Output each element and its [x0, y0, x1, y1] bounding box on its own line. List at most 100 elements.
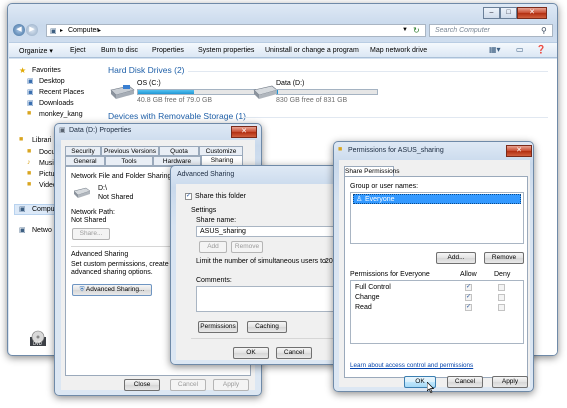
- permissions-remove-button[interactable]: Remove: [484, 252, 524, 264]
- nav-downloads[interactable]: Downloads: [39, 100, 74, 107]
- search-icon[interactable]: ⚲: [541, 26, 547, 35]
- recent-places-icon: ▣: [27, 89, 34, 96]
- preview-pane-icon[interactable]: ▭: [516, 45, 524, 54]
- tab-quota[interactable]: Quota: [159, 146, 199, 156]
- nav-favorites[interactable]: Favorites: [32, 67, 61, 74]
- libraries-icon: ■: [19, 136, 24, 143]
- tab-previous-versions[interactable]: Previous Versions: [101, 146, 159, 156]
- nav-computer[interactable]: Compu: [32, 206, 55, 213]
- share-folder-label[interactable]: Share this folder: [195, 193, 246, 200]
- map-network-drive-button[interactable]: Map network drive: [370, 47, 427, 54]
- permissions-button[interactable]: Permissions: [198, 321, 238, 333]
- system-properties-button[interactable]: System properties: [198, 47, 254, 54]
- users-icon: ♙: [356, 196, 363, 203]
- address-bar[interactable]: ▣ ▸ Computer ▸ ▼ ↻: [46, 24, 426, 37]
- back-button[interactable]: ◀: [13, 24, 25, 36]
- computer-icon: ▣: [50, 28, 57, 35]
- permissions-cancel-button[interactable]: Cancel: [447, 376, 483, 388]
- deny-change-checkbox[interactable]: [498, 294, 505, 301]
- address-dropdown-icon[interactable]: ▼: [402, 27, 408, 33]
- allow-read-checkbox[interactable]: ✓: [465, 304, 472, 311]
- share-remove-button[interactable]: Remove: [231, 241, 263, 253]
- properties-close-button[interactable]: ✕: [231, 126, 257, 138]
- hdd-group-header[interactable]: Hard Disk Drives (2): [108, 65, 185, 75]
- comments-field[interactable]: [196, 286, 346, 312]
- drive-c-name[interactable]: OS (C:): [137, 80, 161, 87]
- tab-security[interactable]: Security: [65, 146, 101, 156]
- advanced-cancel-button[interactable]: Cancel: [276, 347, 312, 359]
- refresh-icon[interactable]: ↻: [413, 26, 420, 35]
- user-limit-label: Limit the number of simultaneous users t…: [196, 258, 328, 265]
- share-add-button[interactable]: Add: [199, 241, 227, 253]
- organize-menu[interactable]: Organize ▾: [19, 47, 53, 55]
- forward-button[interactable]: ▶: [26, 24, 38, 36]
- view-options-icon[interactable]: ▦▾: [489, 45, 501, 54]
- nav-music[interactable]: Musi: [39, 160, 54, 167]
- permissions-for-label: Permissions for Everyone: [350, 271, 430, 278]
- group-names-label: Group or user names:: [350, 183, 419, 190]
- close-button[interactable]: ✕: [517, 7, 547, 19]
- advanced-sharing-button[interactable]: ⛨ Advanced Sharing...: [72, 284, 152, 296]
- breadcrumb-chevron-icon[interactable]: ▸: [98, 27, 101, 34]
- settings-label: Settings: [191, 207, 217, 214]
- permissions-dialog: ■ Permissions for ASUS_sharing ✕ Share P…: [333, 141, 534, 393]
- permissions-add-button[interactable]: Add...: [436, 252, 476, 264]
- list-item[interactable]: ♙ Everyone: [353, 194, 521, 204]
- nav-desktop[interactable]: Desktop: [39, 78, 65, 85]
- advanced-ok-button[interactable]: OK: [233, 347, 269, 359]
- eject-button[interactable]: Eject: [70, 47, 86, 54]
- mouse-cursor-icon: [426, 381, 435, 393]
- documents-icon: ■: [27, 148, 32, 155]
- properties-close-dialog-button[interactable]: Close: [124, 379, 160, 391]
- nav-pictures[interactable]: Pictu: [39, 171, 55, 178]
- caching-button[interactable]: Caching: [247, 321, 287, 333]
- allow-change-checkbox[interactable]: ✓: [465, 294, 472, 301]
- access-control-help-link[interactable]: Learn about access control and permissio…: [350, 362, 473, 369]
- nav-recent-places[interactable]: Recent Places: [39, 89, 84, 96]
- nav-monkey-kang[interactable]: monkey_kang: [39, 111, 83, 118]
- uac-shield-icon: ⛨: [79, 286, 85, 293]
- allow-column-header: Allow: [460, 271, 477, 278]
- removable-header-divider: [243, 117, 548, 118]
- deny-column-header: Deny: [494, 271, 511, 278]
- nav-libraries[interactable]: Librari: [32, 137, 51, 144]
- sharing-drive-letter: D:\: [98, 185, 107, 192]
- deny-full-control-checkbox[interactable]: [498, 284, 505, 291]
- user-limit-value[interactable]: 20: [325, 258, 333, 265]
- share-button[interactable]: Share...: [72, 228, 110, 240]
- drive-d-icon: [252, 84, 278, 100]
- tab-general[interactable]: General: [65, 156, 105, 166]
- hdd-header-divider: [188, 71, 548, 72]
- minimize-button[interactable]: –: [483, 7, 500, 19]
- drive-d-name[interactable]: Data (D:): [276, 80, 304, 87]
- nav-network[interactable]: Netwo: [32, 227, 52, 234]
- share-name-label: Share name:: [196, 217, 237, 224]
- downloads-icon: ▣: [27, 100, 34, 107]
- computer-nav-icon: ▣: [19, 206, 26, 213]
- search-input[interactable]: Search Computer ⚲: [429, 24, 553, 37]
- removable-group-header[interactable]: Devices with Removable Storage (1): [108, 111, 246, 121]
- properties-drive-icon: ▣: [59, 127, 66, 134]
- properties-button[interactable]: Properties: [152, 47, 184, 54]
- deny-read-checkbox[interactable]: [498, 304, 505, 311]
- favorites-star-icon: ★: [19, 66, 27, 75]
- folder-icon: ■: [27, 110, 32, 117]
- permissions-close-button[interactable]: ✕: [506, 145, 532, 157]
- help-icon[interactable]: ❓: [536, 45, 546, 54]
- allow-full-control-checkbox[interactable]: ✓: [465, 284, 472, 291]
- share-folder-checkbox[interactable]: ✓: [185, 193, 192, 200]
- share-name-field[interactable]: ASUS_sharing: [196, 226, 346, 237]
- nav-documents[interactable]: Docu: [39, 149, 55, 156]
- burn-to-disc-button[interactable]: Burn to disc: [101, 47, 138, 54]
- perm-change-label: Change: [355, 294, 380, 301]
- properties-apply-button[interactable]: Apply: [213, 379, 249, 391]
- search-placeholder: Search Computer: [435, 27, 490, 34]
- permissions-title-icon: ■: [338, 146, 343, 153]
- tab-tools[interactable]: Tools: [105, 156, 153, 166]
- uninstall-program-button[interactable]: Uninstall or change a program: [265, 47, 359, 54]
- group-names-list[interactable]: ♙ Everyone: [350, 192, 524, 244]
- breadcrumb-computer[interactable]: Computer: [68, 27, 99, 34]
- properties-cancel-button[interactable]: Cancel: [170, 379, 206, 391]
- maximize-button[interactable]: □: [500, 7, 517, 19]
- permissions-apply-button[interactable]: Apply: [492, 376, 528, 388]
